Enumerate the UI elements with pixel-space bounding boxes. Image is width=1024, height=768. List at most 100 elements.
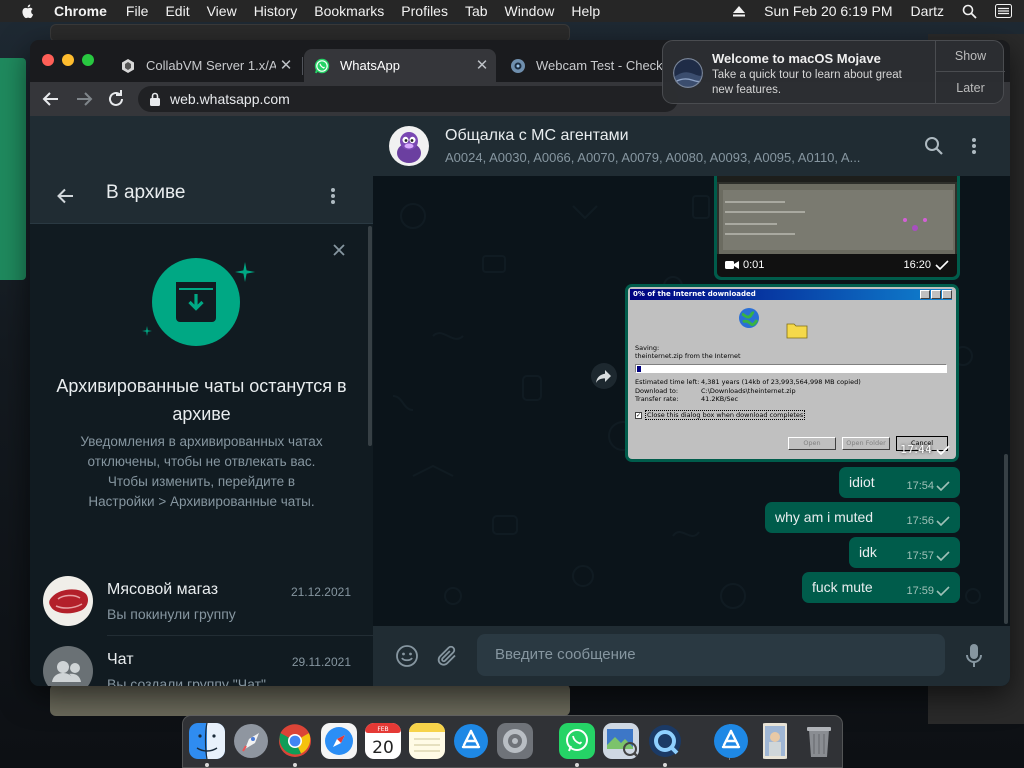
close-tab-icon[interactable]: ✕ — [472, 56, 492, 76]
app-store-download-icon[interactable] — [713, 723, 749, 759]
dialog-open-button: Open — [788, 437, 836, 450]
menubar-user[interactable]: Dartz — [911, 3, 944, 19]
message-text: idiot — [849, 474, 875, 490]
image-message[interactable]: 0% of the Internet downloaded Saving: th… — [625, 284, 959, 462]
dialog-file: theinternet.zip from the Internet — [635, 352, 741, 360]
reload-icon[interactable] — [104, 87, 128, 111]
folder-icon — [786, 323, 808, 339]
rate-label: Transfer rate: — [635, 395, 679, 403]
search-icon[interactable] — [924, 136, 944, 156]
spotlight-icon[interactable] — [962, 4, 977, 19]
close-window-button[interactable] — [42, 54, 54, 66]
menu-history[interactable]: History — [254, 3, 298, 19]
compose-bar: Введите сообщение — [373, 626, 1010, 686]
message-time: 17:56 — [906, 515, 934, 527]
video-thumbnail[interactable]: 0:01 16:20 — [717, 168, 957, 277]
url-text: web.whatsapp.com — [170, 91, 290, 107]
est-value: 4,381 years (14kb of 23,993,564,998 MB c… — [701, 378, 861, 386]
video-camera-icon — [725, 261, 739, 269]
sent-check-icon — [935, 260, 949, 270]
chat-date: 29.11.2021 — [291, 655, 351, 669]
finder-icon[interactable] — [189, 723, 225, 759]
apple-logo-icon[interactable] — [20, 3, 36, 19]
menu-bookmarks[interactable]: Bookmarks — [314, 3, 384, 19]
forward-arrow-icon[interactable] — [72, 87, 96, 111]
checkbox-label: Close this dialog box when download comp… — [645, 410, 806, 420]
menu-app-chrome[interactable]: Chrome — [54, 3, 107, 19]
message-bubble[interactable]: why am i muted 17:56 — [765, 502, 960, 533]
trash-icon[interactable] — [801, 723, 837, 759]
dialog-saving: Saving: theinternet.zip from the Interne… — [635, 344, 741, 360]
menu-view[interactable]: View — [207, 3, 237, 19]
notification-later-button[interactable]: Later — [936, 73, 1005, 104]
notification-show-button[interactable]: Show — [936, 41, 1005, 72]
message-text: fuck mute — [812, 579, 873, 595]
video-meta: 0:01 16:20 — [725, 259, 949, 271]
control-center-icon[interactable] — [995, 4, 1012, 18]
rate-value: 41.2KB/Sec — [701, 395, 739, 403]
lock-icon[interactable] — [149, 92, 161, 106]
zoom-window-button[interactable] — [82, 54, 94, 66]
tab-whatsapp[interactable]: WhatsApp ✕ — [304, 49, 496, 82]
conversation-scrollbar[interactable] — [1004, 454, 1008, 624]
sent-check-icon — [936, 516, 950, 526]
notes-icon[interactable] — [409, 723, 445, 759]
microphone-icon[interactable] — [965, 643, 983, 669]
sidebar-scrollbar[interactable] — [368, 226, 372, 446]
message-text: idk — [859, 544, 877, 560]
avatar — [43, 576, 93, 626]
conversation-members: A0024, A0030, A0066, A0070, A0079, A0080… — [445, 150, 861, 165]
preview-icon[interactable] — [603, 723, 639, 759]
forward-button[interactable] — [591, 363, 617, 389]
chrome-icon[interactable] — [277, 723, 313, 759]
more-options-icon[interactable] — [327, 186, 339, 206]
close-icon[interactable] — [332, 243, 346, 257]
message-bubble[interactable]: fuck mute 17:59 — [802, 572, 960, 603]
quicktime-icon[interactable] — [647, 723, 683, 759]
more-options-icon[interactable] — [969, 136, 979, 156]
dl-label: Download to: — [635, 386, 679, 395]
attach-icon[interactable] — [435, 644, 459, 668]
conversation-header[interactable]: Общалка с МС агентами A0024, A0030, A006… — [373, 116, 1010, 176]
chat-list-item[interactable]: Чат 29.11.2021 Вы создали группу "Чат" — [30, 636, 373, 686]
close-tab-icon[interactable]: ✕ — [276, 56, 296, 76]
menu-profiles[interactable]: Profiles — [401, 3, 448, 19]
message-input[interactable]: Введите сообщение — [477, 634, 945, 676]
video-duration-wrap: 0:01 — [725, 259, 764, 271]
video-message[interactable]: 0:01 16:20 — [714, 168, 960, 280]
app-store-icon[interactable] — [453, 723, 489, 759]
image-file-icon[interactable] — [757, 723, 793, 759]
chat-name: Чат — [107, 651, 134, 668]
launchpad-icon[interactable] — [233, 723, 269, 759]
menu-window[interactable]: Window — [505, 3, 555, 19]
minimize-window-button[interactable] — [62, 54, 74, 66]
system-preferences-icon[interactable] — [497, 723, 533, 759]
menu-tab[interactable]: Tab — [465, 3, 488, 19]
whatsapp-dock-icon[interactable] — [559, 723, 595, 759]
message-bubble[interactable]: idiot 17:54 — [839, 467, 960, 498]
eject-icon[interactable] — [732, 5, 746, 17]
progress-fill — [637, 366, 641, 372]
back-arrow-icon[interactable] — [55, 186, 75, 206]
svg-text:20: 20 — [372, 738, 394, 758]
chat-list-item[interactable]: Мясовой магаз 21.12.2021 Вы покинули гру… — [30, 566, 373, 636]
safari-icon[interactable] — [321, 723, 357, 759]
group-avatar[interactable] — [389, 126, 429, 166]
back-arrow-icon[interactable] — [39, 87, 63, 111]
calendar-icon[interactable]: FEB 20 — [365, 723, 401, 759]
dl-value: C:\Downloads\theinternet.zip — [701, 386, 796, 395]
archive-info-card: Архивированные чаты останутся в архиве У… — [30, 224, 373, 566]
dialog-min-button — [920, 290, 930, 299]
message-bubble[interactable]: idk 17:57 — [849, 537, 960, 568]
menu-help[interactable]: Help — [571, 3, 600, 19]
tab-collabvm[interactable]: CollabVM Server 1.x/Ac ✕ — [110, 49, 300, 82]
address-bar[interactable]: web.whatsapp.com — [138, 86, 678, 112]
menu-edit[interactable]: Edit — [165, 3, 189, 19]
archived-header: В архиве — [30, 116, 373, 224]
notification-banner[interactable]: Welcome to macOS Mojave Take a quick tou… — [662, 40, 1005, 104]
emoji-icon[interactable] — [395, 644, 419, 668]
menu-file[interactable]: File — [126, 3, 149, 19]
image-content[interactable]: 0% of the Internet downloaded Saving: th… — [628, 287, 956, 459]
message-text: why am i muted — [775, 509, 874, 525]
menubar-clock[interactable]: Sun Feb 20 6:19 PM — [764, 3, 892, 19]
